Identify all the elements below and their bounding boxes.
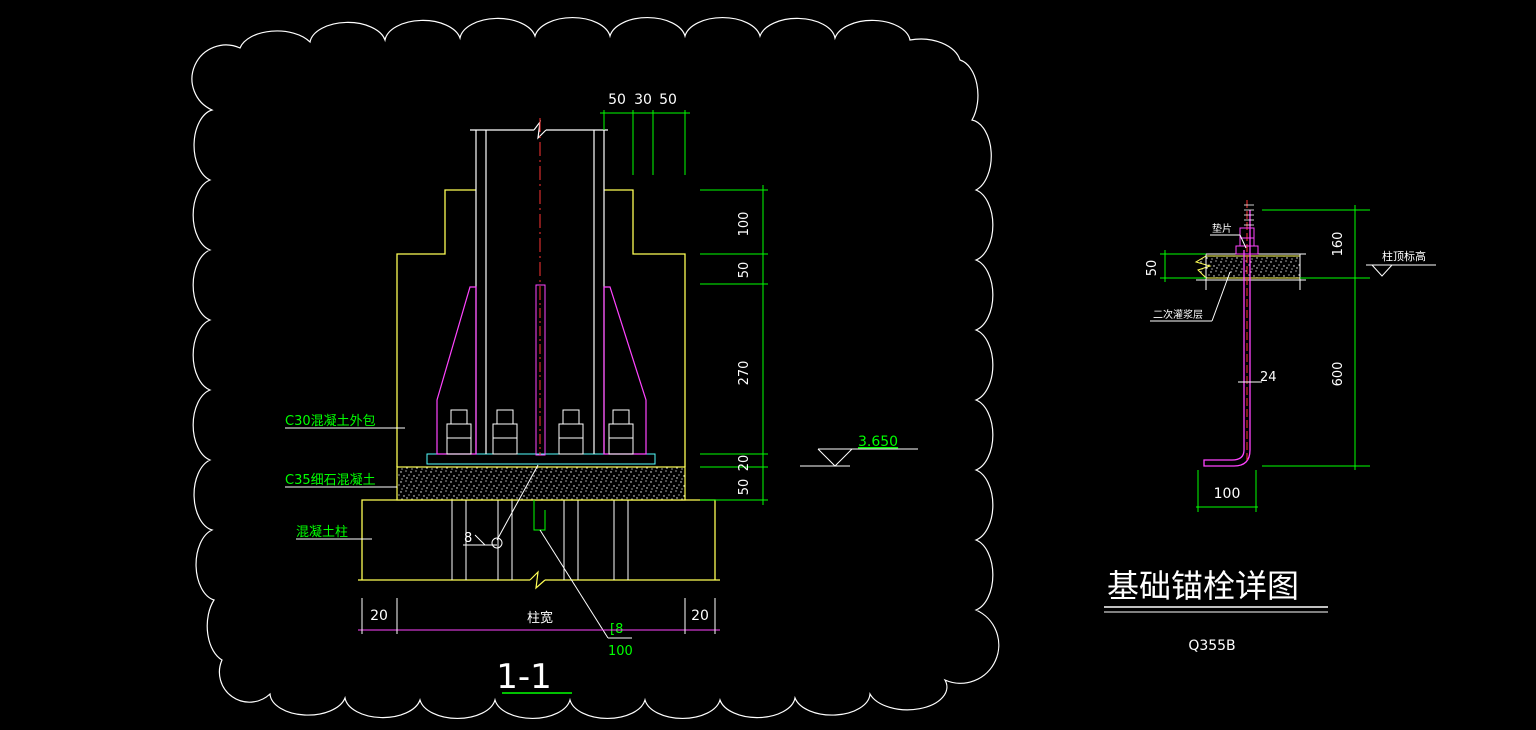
stiffener-right — [603, 286, 647, 455]
label-c35: C35细石混凝土 — [285, 472, 376, 488]
detail-grout — [1194, 255, 1301, 279]
detail-dim-50: 50 — [1145, 260, 1160, 277]
revision-cloud — [191, 17, 1000, 719]
dim-right-50: 50 — [737, 262, 752, 279]
dim-bottom-right: 20 — [691, 608, 709, 624]
elevation-marker — [800, 448, 918, 467]
section-title: 1-1 — [496, 657, 552, 697]
detail-dim-160: 160 — [1331, 232, 1346, 257]
dim-right-270: 270 — [737, 361, 752, 386]
dim-bottom-left: 20 — [370, 608, 388, 624]
section-1-1: 50 30 50 100 50 270 20 50 3.650 C30混凝土外包… — [285, 92, 918, 697]
anchor-bolt — [1203, 210, 1251, 467]
label-grout: 二次灌浆层 — [1153, 308, 1203, 321]
detail-title: 基础锚栓详图 — [1107, 567, 1299, 605]
dim-right-20: 20 — [737, 455, 752, 472]
detail-material: Q355B — [1188, 638, 1235, 654]
grout-layer — [396, 466, 686, 501]
dim-right-100: 100 — [737, 212, 752, 237]
detail-elevation-marker — [1366, 264, 1436, 277]
label-column-top: 柱顶标高 — [1382, 249, 1426, 263]
weld-size: 8 — [464, 531, 472, 546]
cad-drawing: 50 30 50 100 50 270 20 50 3.650 C30混凝土外包… — [191, 17, 1436, 719]
label-c30: C30混凝土外包 — [285, 413, 376, 429]
dim-right-50b: 50 — [737, 479, 752, 496]
detail-dim-24: 24 — [1260, 370, 1277, 385]
dim-bottom-center: 柱宽 — [527, 610, 553, 626]
elevation-value: 3.650 — [858, 434, 898, 450]
anchor-bolts-embedded — [451, 500, 629, 580]
right-dimension-lines — [700, 185, 768, 505]
dim-top-1: 50 — [608, 92, 626, 108]
anchor-bolt-detail: 160 600 50 24 100 柱顶标高 垫片 二次灌浆层 基础锚栓详图 Q… — [1104, 200, 1436, 654]
stiffener-left — [436, 286, 477, 455]
label-column: 混凝土柱 — [296, 524, 348, 540]
detail-dim-600: 600 — [1331, 362, 1346, 387]
label-washer: 垫片 — [1212, 222, 1232, 235]
plate-width: 100 — [608, 644, 633, 659]
dim-top-3: 50 — [659, 92, 677, 108]
top-dimension-lines — [600, 110, 690, 175]
steel-column — [470, 119, 608, 454]
detail-dim-100: 100 — [1214, 486, 1241, 502]
dim-top-2: 30 — [634, 92, 652, 108]
concrete-column-outline — [361, 499, 716, 580]
